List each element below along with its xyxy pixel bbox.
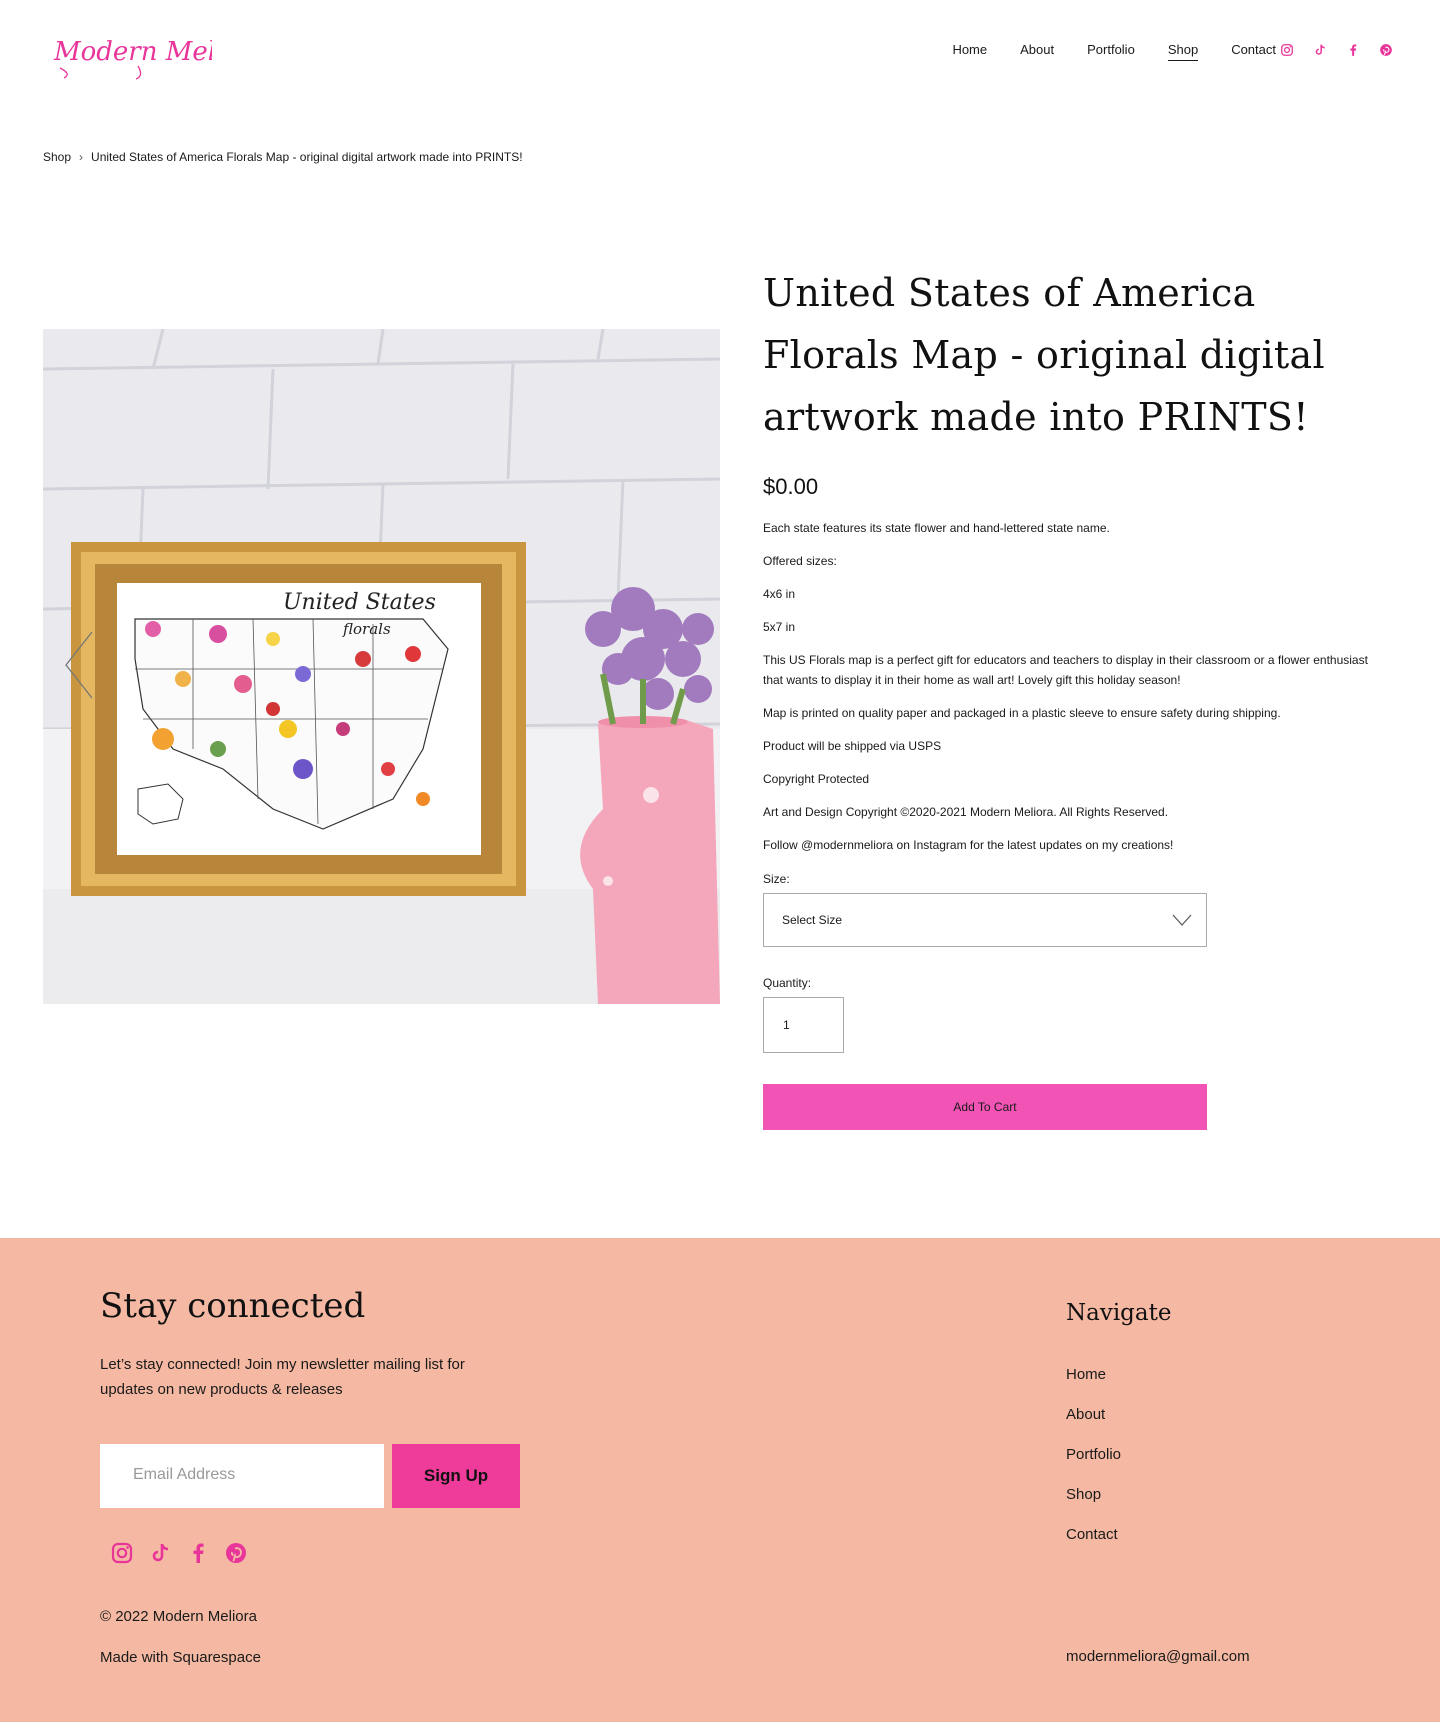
size-label: Size: xyxy=(763,872,790,886)
desc-paragraph: Map is printed on quality paper and pack… xyxy=(763,706,1281,720)
size-select-value: Select Size xyxy=(782,913,843,927)
footer-nav-about[interactable]: About xyxy=(1066,1406,1121,1427)
tiktok-icon[interactable] xyxy=(148,1541,172,1565)
breadcrumb: Shop › United States of America Florals … xyxy=(43,150,523,164)
nav-about[interactable]: About xyxy=(1020,42,1054,61)
map-title: United States xyxy=(283,590,436,615)
logo-text: Modern Meliora xyxy=(53,37,212,67)
site-footer: Stay connected Let’s stay connected! Joi… xyxy=(0,1238,1440,1722)
copyright-text: © 2022 Modern Meliora xyxy=(100,1608,257,1625)
nav-shop[interactable]: Shop xyxy=(1167,42,1199,61)
site-logo[interactable]: Modern Meliora xyxy=(52,22,268,80)
main-nav: Home About Portfolio Shop Contact xyxy=(919,42,1276,61)
desc-paragraph: Each state features its state flower and… xyxy=(763,521,1110,535)
nav-home[interactable]: Home xyxy=(952,42,987,61)
footer-nav-contact[interactable]: Contact xyxy=(1066,1526,1121,1547)
footer-nav-title: Navigate xyxy=(1066,1300,1172,1326)
instagram-icon[interactable] xyxy=(1280,43,1294,57)
product-info: United States of America Florals Map - o… xyxy=(763,262,1383,868)
breadcrumb-shop-link[interactable]: Shop xyxy=(43,150,71,164)
chevron-down-icon xyxy=(1172,914,1192,926)
breadcrumb-separator: › xyxy=(79,150,84,164)
carousel-prev-arrow[interactable] xyxy=(62,630,98,700)
nav-contact[interactable]: Contact xyxy=(1231,42,1276,61)
footer-nav: Home About Portfolio Shop Contact xyxy=(1066,1366,1121,1566)
instagram-icon[interactable] xyxy=(110,1541,134,1565)
footer-title: Stay connected xyxy=(100,1286,366,1326)
pinterest-icon[interactable] xyxy=(224,1541,248,1565)
quantity-input[interactable]: 1 xyxy=(763,997,844,1053)
desc-paragraph: Offered sizes: xyxy=(763,554,837,568)
site-header: Modern Meliora Home About Portfolio Shop… xyxy=(0,0,1440,100)
pinterest-icon[interactable] xyxy=(1379,43,1393,57)
add-to-cart-button[interactable]: Add To Cart xyxy=(763,1084,1207,1130)
email-input[interactable]: Email Address xyxy=(100,1444,384,1508)
desc-paragraph: Follow @modernmeliora on Instagram for t… xyxy=(763,838,1174,852)
header-social-links xyxy=(1280,43,1393,57)
desc-paragraph: 4x6 in xyxy=(763,587,796,601)
facebook-icon[interactable] xyxy=(186,1541,210,1565)
desc-paragraph: This US Florals map is a perfect gift fo… xyxy=(763,653,1368,687)
size-select[interactable]: Select Size xyxy=(763,893,1207,947)
footer-email-link[interactable]: modernmeliora@gmail.com xyxy=(1066,1648,1250,1665)
footer-nav-shop[interactable]: Shop xyxy=(1066,1486,1121,1507)
product-price: $0.00 xyxy=(763,474,819,499)
map-subtitle: florals xyxy=(342,620,391,638)
quantity-label: Quantity: xyxy=(763,976,812,990)
breadcrumb-current: United States of America Florals Map - o… xyxy=(91,150,523,164)
product-image[interactable]: United States florals xyxy=(43,329,720,1004)
desc-paragraph: 5x7 in xyxy=(763,620,796,634)
footer-text: Let’s stay connected! Join my newsletter… xyxy=(100,1356,465,1398)
product-title: United States of America Florals Map - o… xyxy=(763,271,1325,439)
made-with-link[interactable]: Made with Squarespace xyxy=(100,1649,261,1666)
tiktok-icon[interactable] xyxy=(1313,43,1327,57)
footer-nav-portfolio[interactable]: Portfolio xyxy=(1066,1446,1121,1467)
nav-portfolio[interactable]: Portfolio xyxy=(1087,42,1135,61)
facebook-icon[interactable] xyxy=(1346,43,1360,57)
sign-up-button[interactable]: Sign Up xyxy=(392,1444,520,1508)
product-description: Each state features its state flower and… xyxy=(763,518,1383,855)
footer-nav-home[interactable]: Home xyxy=(1066,1366,1121,1387)
desc-paragraph: Product will be shipped via USPS xyxy=(763,739,942,753)
desc-paragraph: Art and Design Copyright ©2020-2021 Mode… xyxy=(763,805,1169,819)
footer-social-links xyxy=(110,1541,248,1565)
desc-paragraph: Copyright Protected xyxy=(763,772,870,786)
